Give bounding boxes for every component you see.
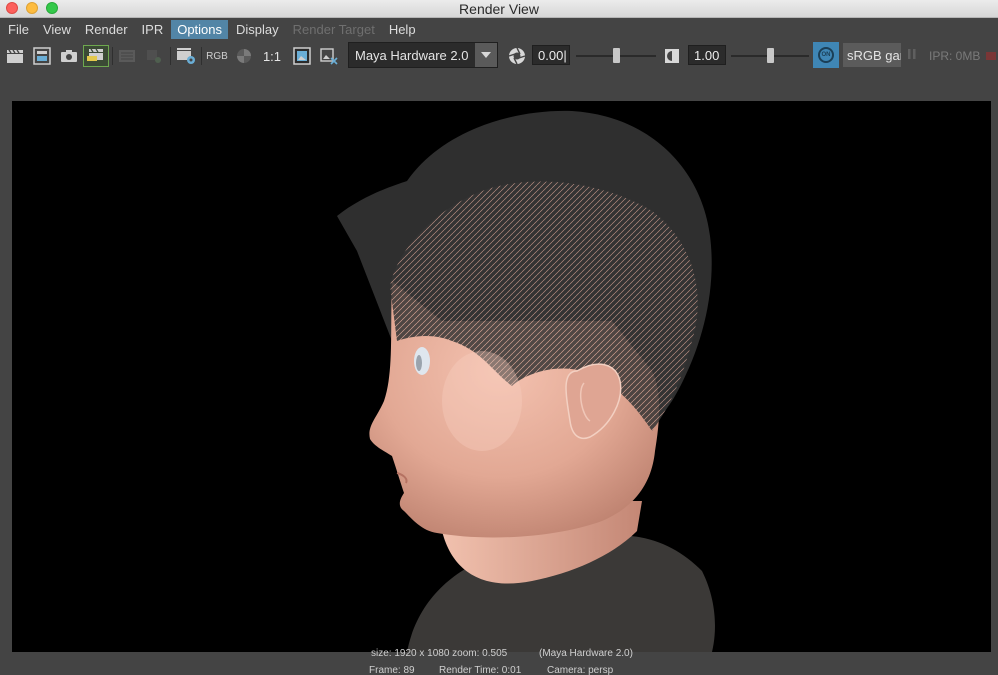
title-bar: Render View	[0, 0, 998, 18]
image-size-zoom-info: size: 1920 x 1080 zoom: 0.505	[371, 648, 508, 659]
gamma-slider-handle[interactable]	[767, 48, 774, 63]
display-rgb-channels-button[interactable]: RGB	[205, 45, 229, 67]
snapshot-button[interactable]	[58, 45, 80, 67]
exposure-field[interactable]: 0.00 |	[532, 45, 570, 65]
menu-display[interactable]: Display	[230, 20, 285, 39]
menu-file[interactable]: File	[2, 20, 35, 39]
display-image-button[interactable]	[291, 45, 313, 67]
ratio-label: 1:1	[262, 48, 282, 64]
on-badge-icon: ON	[818, 47, 834, 63]
toolbar-separator	[201, 47, 202, 65]
menu-help[interactable]: Help	[383, 20, 422, 39]
redo-render-button[interactable]	[4, 45, 26, 67]
exposure-toggle-button[interactable]	[506, 45, 528, 67]
remove-image-button	[143, 45, 165, 67]
rendered-image[interactable]	[12, 101, 991, 652]
render-time-info: Render Time: 0:01	[439, 665, 522, 675]
render-settings-icon	[176, 47, 196, 65]
alpha-channel-icon	[236, 48, 252, 64]
film-strip-icon	[118, 49, 136, 63]
stop-ipr-icon	[986, 52, 996, 60]
gamma-toggle-button[interactable]	[662, 45, 682, 67]
rgb-label: RGB	[206, 50, 228, 62]
toolbar-separator	[170, 47, 171, 65]
exposure-value: 0.00	[538, 47, 564, 63]
display-alpha-button[interactable]	[233, 45, 255, 67]
camera-info: Camera: persp	[547, 665, 614, 675]
menu-render-target: Render Target	[292, 21, 375, 37]
clear-image-button[interactable]	[318, 45, 340, 67]
renderer-info: (Maya Hardware 2.0)	[539, 648, 633, 659]
render-region-icon	[33, 47, 51, 65]
chevron-down-icon	[475, 43, 497, 67]
gamma-value: 1.00	[694, 47, 720, 63]
camera-icon	[60, 49, 78, 63]
menu-ipr[interactable]: IPR	[136, 20, 170, 39]
on-badge-label: ON	[821, 52, 831, 58]
film-remove-icon	[145, 48, 163, 64]
color-management-toggle[interactable]: ON	[813, 42, 839, 68]
keep-image-button	[116, 45, 138, 67]
ipr-memory-label: IPR: 0MB	[929, 49, 981, 63]
aperture-icon	[508, 47, 526, 65]
frame-info: Frame: 89	[369, 665, 415, 675]
pause-icon	[908, 49, 916, 62]
real-size-button[interactable]: 1:1	[260, 45, 284, 67]
render-sequence-icon	[86, 47, 106, 65]
menu-bar: File View Render IPR Options Display Ren…	[0, 18, 998, 40]
view-transform-value: sRGB gam	[847, 47, 901, 63]
renderer-dropdown-value: Maya Hardware 2.0	[355, 47, 469, 63]
menu-render[interactable]: Render	[79, 20, 134, 39]
menu-view[interactable]: View	[37, 20, 77, 39]
render-sequence-button[interactable]	[83, 45, 109, 67]
contrast-icon	[664, 48, 680, 64]
render-region-button[interactable]	[31, 45, 53, 67]
window-title: Render View	[459, 1, 539, 17]
render-settings-button[interactable]	[175, 45, 197, 67]
gamma-field[interactable]: 1.00	[688, 45, 726, 65]
renderer-dropdown[interactable]: Maya Hardware 2.0	[348, 42, 498, 68]
view-transform-dropdown[interactable]: sRGB gam	[843, 43, 901, 67]
exposure-slider-handle[interactable]	[613, 48, 620, 63]
menu-options[interactable]: Options	[171, 19, 229, 39]
rendered-character-image	[337, 110, 715, 652]
clapperboard-icon	[6, 48, 24, 64]
framed-image-icon	[293, 47, 311, 65]
remove-image-icon	[320, 47, 338, 65]
toolbar-separator	[112, 47, 113, 65]
